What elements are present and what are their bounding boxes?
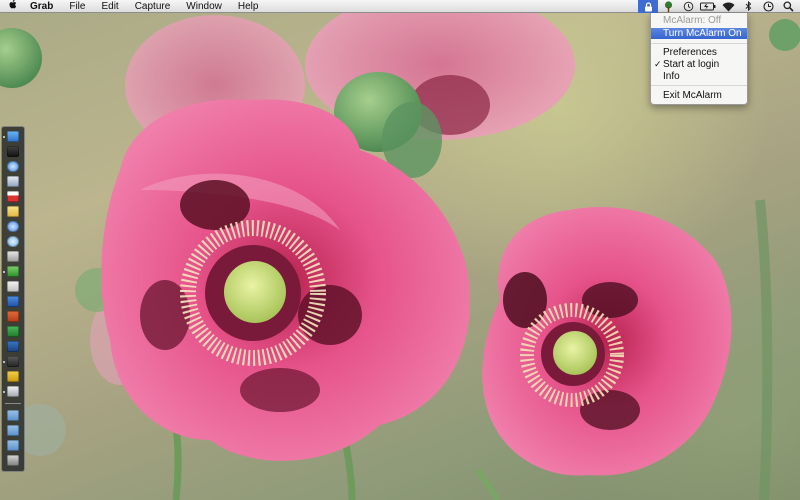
menu-help[interactable]: Help: [230, 0, 267, 13]
tree-icon[interactable]: [658, 0, 678, 13]
info-item[interactable]: Info: [651, 71, 747, 82]
finder-icon[interactable]: [7, 131, 19, 142]
checkmark-icon: ✓: [654, 59, 662, 69]
textedit-icon[interactable]: [7, 386, 19, 397]
clock-icon[interactable]: [758, 0, 778, 13]
menu-bar: Grab File Edit Capture Window Help: [0, 0, 800, 13]
excel-icon[interactable]: [7, 326, 19, 337]
bluetooth-icon[interactable]: [738, 0, 758, 13]
running-indicator: [3, 361, 5, 363]
preview-icon[interactable]: [7, 236, 19, 247]
running-indicator: [3, 136, 5, 138]
app-menu-grab[interactable]: Grab: [24, 0, 61, 13]
dock: [1, 126, 25, 472]
preferences-item[interactable]: Preferences: [651, 47, 747, 58]
menu-window[interactable]: Window: [178, 0, 230, 13]
calendar-icon[interactable]: [7, 191, 19, 202]
photo-icon[interactable]: [7, 266, 19, 277]
facetime-icon[interactable]: [7, 356, 19, 367]
notes-icon[interactable]: [7, 206, 19, 217]
system-prefs-icon[interactable]: [7, 341, 19, 352]
mcalarm-status-item: McAlarm: Off: [663, 15, 722, 26]
powerpoint-icon[interactable]: [7, 311, 19, 322]
running-indicator: [3, 391, 5, 393]
safari-icon[interactable]: [7, 161, 19, 172]
menu-extras: [638, 0, 798, 13]
applications-folder-icon[interactable]: [7, 410, 19, 421]
apple-menu-icon[interactable]: [2, 0, 24, 14]
downloads-folder-icon[interactable]: [7, 440, 19, 451]
start-at-login-item[interactable]: ✓ Start at login: [651, 59, 747, 70]
mcalarm-menu: McAlarm: Off Turn McAlarm On Preferences…: [650, 13, 748, 105]
running-indicator: [3, 271, 5, 273]
keychain-icon[interactable]: [7, 371, 19, 382]
time-machine-icon[interactable]: [678, 0, 698, 13]
menu-edit[interactable]: Edit: [93, 0, 126, 13]
mcalarm-lock-icon[interactable]: [638, 0, 658, 13]
dashboard-icon[interactable]: [7, 146, 19, 157]
documents-folder-icon[interactable]: [7, 425, 19, 436]
word-icon[interactable]: [7, 296, 19, 307]
battery-icon[interactable]: [698, 0, 718, 13]
turn-mcalarm-on-item[interactable]: Turn McAlarm On: [651, 28, 747, 39]
mail-icon[interactable]: [7, 176, 19, 187]
exit-mcalarm-item[interactable]: Exit McAlarm: [651, 90, 747, 101]
start-at-login-label: Start at login: [663, 59, 720, 70]
spotlight-icon[interactable]: [778, 0, 798, 13]
dock-divider: [5, 403, 21, 404]
terminal-icon[interactable]: [7, 251, 19, 262]
menu-capture[interactable]: Capture: [127, 0, 179, 13]
menu-separator: [651, 85, 747, 86]
menu-file[interactable]: File: [61, 0, 93, 13]
trash-icon[interactable]: [7, 455, 19, 466]
wifi-icon[interactable]: [718, 0, 738, 13]
itunes-icon[interactable]: [7, 221, 19, 232]
xcode-icon[interactable]: [7, 281, 19, 292]
menu-separator: [651, 43, 747, 44]
